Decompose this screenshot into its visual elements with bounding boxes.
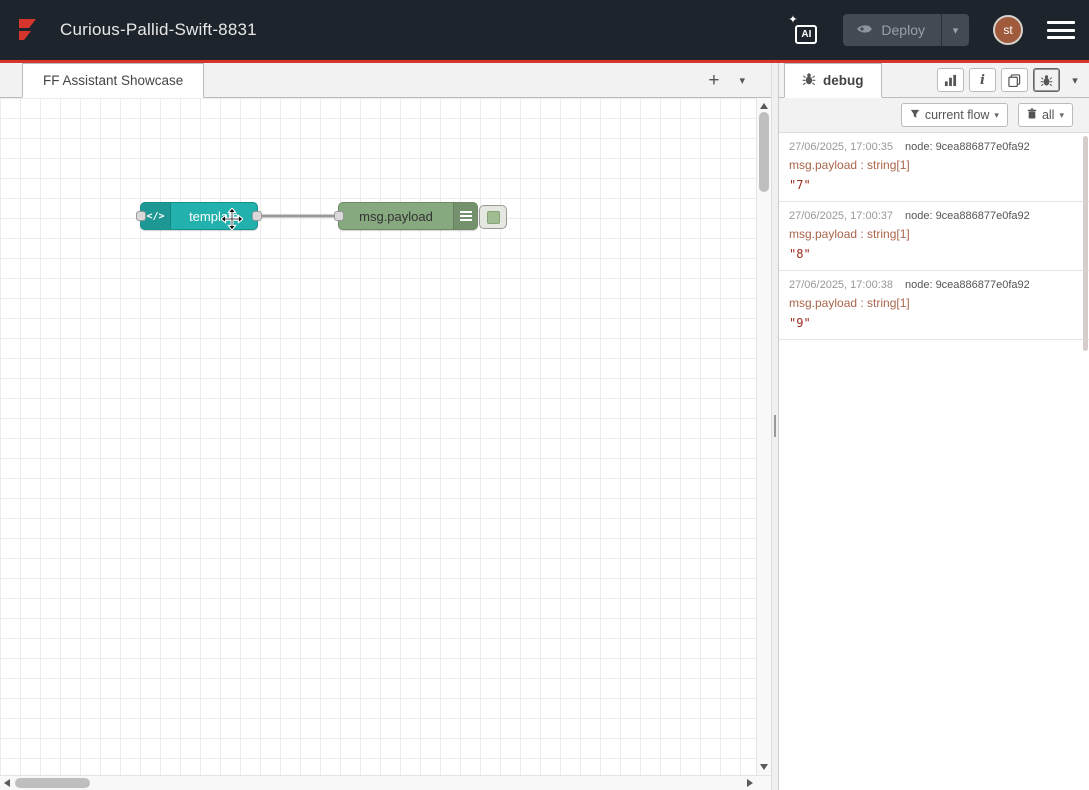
message-timestamp: 27/06/2025, 17:00:37 bbox=[789, 210, 893, 222]
output-port[interactable] bbox=[252, 211, 262, 221]
sparkle-icon: ✦ bbox=[788, 13, 797, 26]
workspace: FF Assistant Showcase + ▾ </> template bbox=[0, 63, 771, 790]
workspace-tabbar: FF Assistant Showcase + ▾ bbox=[0, 63, 771, 98]
menu-bar bbox=[1047, 21, 1075, 24]
canvas-horizontal-scrollbar[interactable] bbox=[0, 775, 771, 790]
sidebar-scroll-thumb[interactable] bbox=[1083, 136, 1088, 351]
ai-assistant-button[interactable]: ✦ AI bbox=[787, 14, 819, 46]
node-debug[interactable]: msg.payload bbox=[338, 202, 478, 230]
code-glyph: </> bbox=[146, 211, 164, 222]
debug-filter-button[interactable]: current flow ▾ bbox=[901, 103, 1008, 127]
trash-icon bbox=[1027, 108, 1037, 122]
ai-label: AI bbox=[795, 25, 817, 44]
chevron-down-icon: ▾ bbox=[994, 110, 999, 121]
scroll-down-arrow[interactable] bbox=[760, 764, 768, 770]
message-property: msg.payload : string[1] bbox=[789, 296, 1079, 310]
message-node-id: node: 9cea886877e0fa92 bbox=[905, 210, 1030, 222]
deploy-group: Deploy ▾ bbox=[843, 14, 969, 46]
tabbar-actions: + ▾ bbox=[708, 63, 745, 97]
input-port[interactable] bbox=[334, 211, 344, 221]
tab-info-button[interactable]: i bbox=[969, 68, 996, 92]
tab-debug[interactable]: debug bbox=[784, 63, 882, 98]
rocket-icon bbox=[855, 22, 873, 38]
node-template[interactable]: </> template bbox=[140, 202, 258, 230]
canvas-vertical-scrollbar[interactable] bbox=[756, 98, 771, 775]
debug-message-list[interactable]: 27/06/2025, 17:00:35 node: 9cea886877e0f… bbox=[779, 133, 1089, 790]
main-area: FF Assistant Showcase + ▾ </> template bbox=[0, 63, 1089, 790]
debug-toggle-state bbox=[487, 211, 500, 224]
debug-filter-label: current flow bbox=[925, 108, 990, 122]
sidebar-tabbar: debug i bbox=[779, 63, 1089, 98]
flow-list-button[interactable]: ▾ bbox=[739, 74, 745, 87]
message-value: "8" bbox=[789, 247, 1079, 261]
vertical-scroll-thumb[interactable] bbox=[759, 112, 769, 192]
tab-context-button[interactable] bbox=[1001, 68, 1028, 92]
bug-icon bbox=[802, 72, 816, 89]
debug-clear-button[interactable]: all ▾ bbox=[1018, 103, 1073, 127]
header: Curious-Pallid-Swift-8831 ✦ AI Deploy ▾ … bbox=[0, 0, 1089, 63]
chevron-down-icon: ▾ bbox=[953, 25, 959, 37]
instance-title: Curious-Pallid-Swift-8831 bbox=[60, 20, 257, 40]
message-property: msg.payload : string[1] bbox=[789, 158, 1079, 172]
message-timestamp: 27/06/2025, 17:00:38 bbox=[789, 279, 893, 291]
message-property: msg.payload : string[1] bbox=[789, 227, 1079, 241]
horizontal-scroll-thumb[interactable] bbox=[15, 778, 90, 788]
message-timestamp: 27/06/2025, 17:00:35 bbox=[789, 141, 893, 153]
message-node-id: node: 9cea886877e0fa92 bbox=[905, 141, 1030, 153]
debug-clear-label: all bbox=[1042, 108, 1055, 122]
flowfuse-logo-icon[interactable] bbox=[14, 14, 46, 46]
bar-chart-icon bbox=[944, 74, 957, 87]
main-menu-button[interactable] bbox=[1047, 19, 1075, 41]
wire-layer bbox=[0, 98, 771, 775]
bug-icon bbox=[1040, 74, 1053, 87]
debug-message[interactable]: 27/06/2025, 17:00:35 node: 9cea886877e0f… bbox=[779, 133, 1089, 202]
debug-message[interactable]: 27/06/2025, 17:00:38 node: 9cea886877e0f… bbox=[779, 271, 1089, 340]
funnel-icon bbox=[910, 108, 920, 122]
deploy-label: Deploy bbox=[881, 22, 925, 38]
node-label: template bbox=[171, 203, 257, 229]
tab-dashboard-button[interactable] bbox=[937, 68, 964, 92]
scroll-left-arrow[interactable] bbox=[4, 779, 10, 787]
debug-list-icon bbox=[453, 203, 477, 229]
sidebar-resizer[interactable] bbox=[771, 63, 779, 790]
pages-icon bbox=[1008, 74, 1021, 87]
debug-message[interactable]: 27/06/2025, 17:00:37 node: 9cea886877e0f… bbox=[779, 202, 1089, 271]
flow-canvas[interactable]: </> template msg.payload bbox=[0, 98, 771, 775]
node-label: msg.payload bbox=[339, 203, 453, 229]
message-value: "9" bbox=[789, 316, 1079, 330]
flow-tab-label: FF Assistant Showcase bbox=[43, 73, 183, 88]
chevron-down-icon: ▾ bbox=[1059, 110, 1064, 121]
message-value: "7" bbox=[789, 178, 1079, 192]
input-port[interactable] bbox=[136, 211, 146, 221]
add-flow-button[interactable]: + bbox=[708, 71, 719, 90]
header-actions: ✦ AI Deploy ▾ st bbox=[787, 14, 1075, 46]
avatar-initials: st bbox=[1003, 23, 1012, 37]
info-icon: i bbox=[980, 73, 985, 88]
debug-filterbar: current flow ▾ all ▾ bbox=[779, 98, 1089, 133]
user-avatar[interactable]: st bbox=[993, 15, 1023, 45]
resizer-handle-icon bbox=[774, 415, 776, 437]
sidebar-tab-buttons: i ▾ bbox=[937, 68, 1085, 92]
deploy-options-button[interactable]: ▾ bbox=[941, 14, 969, 46]
menu-bar bbox=[1047, 36, 1075, 39]
deploy-button[interactable]: Deploy bbox=[843, 14, 941, 46]
sidebar-tabs-menu-button[interactable]: ▾ bbox=[1065, 74, 1085, 87]
scroll-right-arrow[interactable] bbox=[747, 779, 753, 787]
scroll-up-arrow[interactable] bbox=[760, 103, 768, 109]
sidebar: debug i bbox=[779, 63, 1089, 790]
flow-tab[interactable]: FF Assistant Showcase bbox=[22, 63, 204, 98]
debug-toggle-button[interactable] bbox=[479, 205, 507, 229]
sidebar-tab-label: debug bbox=[823, 73, 864, 88]
menu-bar bbox=[1047, 29, 1075, 32]
tab-debug-button[interactable] bbox=[1033, 68, 1060, 92]
message-node-id: node: 9cea886877e0fa92 bbox=[905, 279, 1030, 291]
